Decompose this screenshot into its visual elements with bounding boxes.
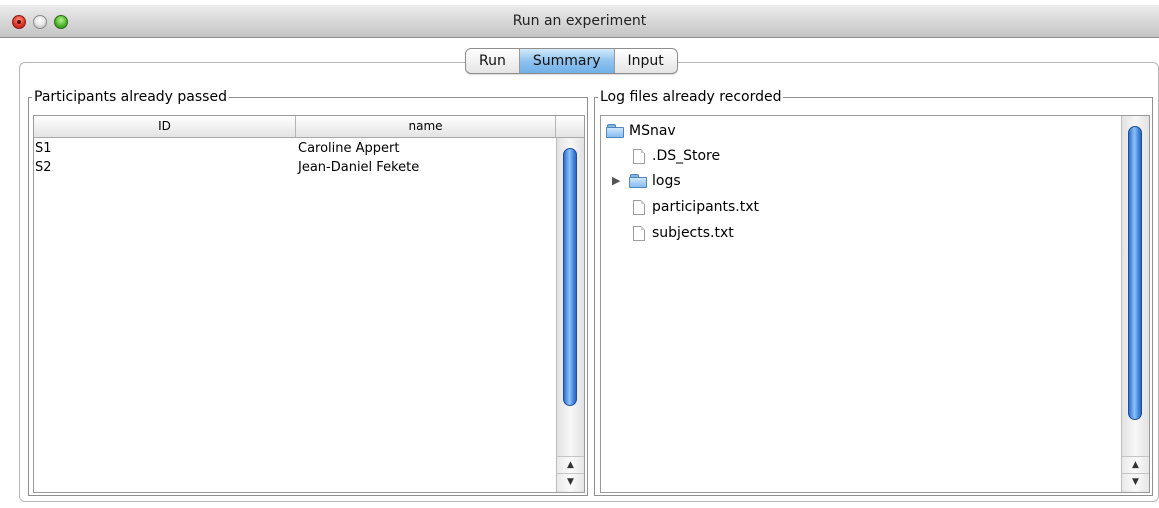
tree-node-file[interactable]: subjects.txt xyxy=(633,223,734,243)
table-header: ID name xyxy=(34,116,556,138)
scroll-up-arrow-icon[interactable]: ▲ xyxy=(557,456,584,473)
participants-group-title: Participants already passed xyxy=(32,88,229,106)
table-header-corner xyxy=(556,116,584,138)
tree-node-label: .DS_Store xyxy=(652,148,721,164)
scroll-down-arrow-icon[interactable]: ▼ xyxy=(1122,473,1149,490)
folder-icon xyxy=(606,124,624,138)
table-row[interactable]: S1 Caroline Appert xyxy=(34,140,556,158)
file-icon xyxy=(633,199,645,215)
file-icon xyxy=(633,148,645,164)
tree-node-label: logs xyxy=(652,173,681,189)
cell-name: Caroline Appert xyxy=(298,141,400,156)
tree-node-folder[interactable]: logs xyxy=(629,171,681,191)
window-titlebar: Run an experiment xyxy=(0,5,1159,38)
scroll-up-arrow-icon[interactable]: ▲ xyxy=(1122,456,1149,473)
tree-node-file[interactable]: participants.txt xyxy=(633,197,759,217)
cell-id: S1 xyxy=(35,141,52,156)
folder-icon xyxy=(629,174,647,188)
scrollbar-thumb[interactable] xyxy=(563,148,577,406)
logs-group-title: Log files already recorded xyxy=(598,88,784,106)
tab-input[interactable]: Input xyxy=(615,49,677,73)
table-row[interactable]: S2 Jean-Daniel Fekete xyxy=(34,159,556,177)
disclosure-triangle-icon[interactable]: ▶ xyxy=(612,171,620,191)
participants-scrollbar[interactable]: ▲ ▼ xyxy=(556,138,584,492)
column-header-id[interactable]: ID xyxy=(34,116,296,137)
tab-run[interactable]: Run xyxy=(466,49,520,73)
scroll-down-arrow-icon[interactable]: ▼ xyxy=(557,473,584,490)
participants-table: ID name S1 Caroline Appert S2 Jean-Danie… xyxy=(33,115,585,493)
scrollbar-thumb[interactable] xyxy=(1128,126,1142,420)
column-header-name[interactable]: name xyxy=(296,116,556,137)
file-icon xyxy=(633,225,645,241)
cell-name: Jean-Daniel Fekete xyxy=(298,160,420,175)
tree-node-label: participants.txt xyxy=(652,199,760,215)
tree-node-file[interactable]: .DS_Store xyxy=(633,146,720,166)
cell-id: S2 xyxy=(35,160,52,175)
log-files-tree: MSnav .DS_Store ▶ logs participants.txt … xyxy=(600,115,1150,493)
tab-summary[interactable]: Summary xyxy=(519,49,615,73)
logs-scrollbar[interactable]: ▲ ▼ xyxy=(1121,116,1149,492)
tree-node-label: subjects.txt xyxy=(652,225,734,241)
window-title: Run an experiment xyxy=(512,13,647,29)
tree-node-root[interactable]: MSnav xyxy=(606,121,676,141)
tab-bar: Run Summary Input xyxy=(465,48,678,74)
tree-node-label: MSnav xyxy=(629,123,676,139)
